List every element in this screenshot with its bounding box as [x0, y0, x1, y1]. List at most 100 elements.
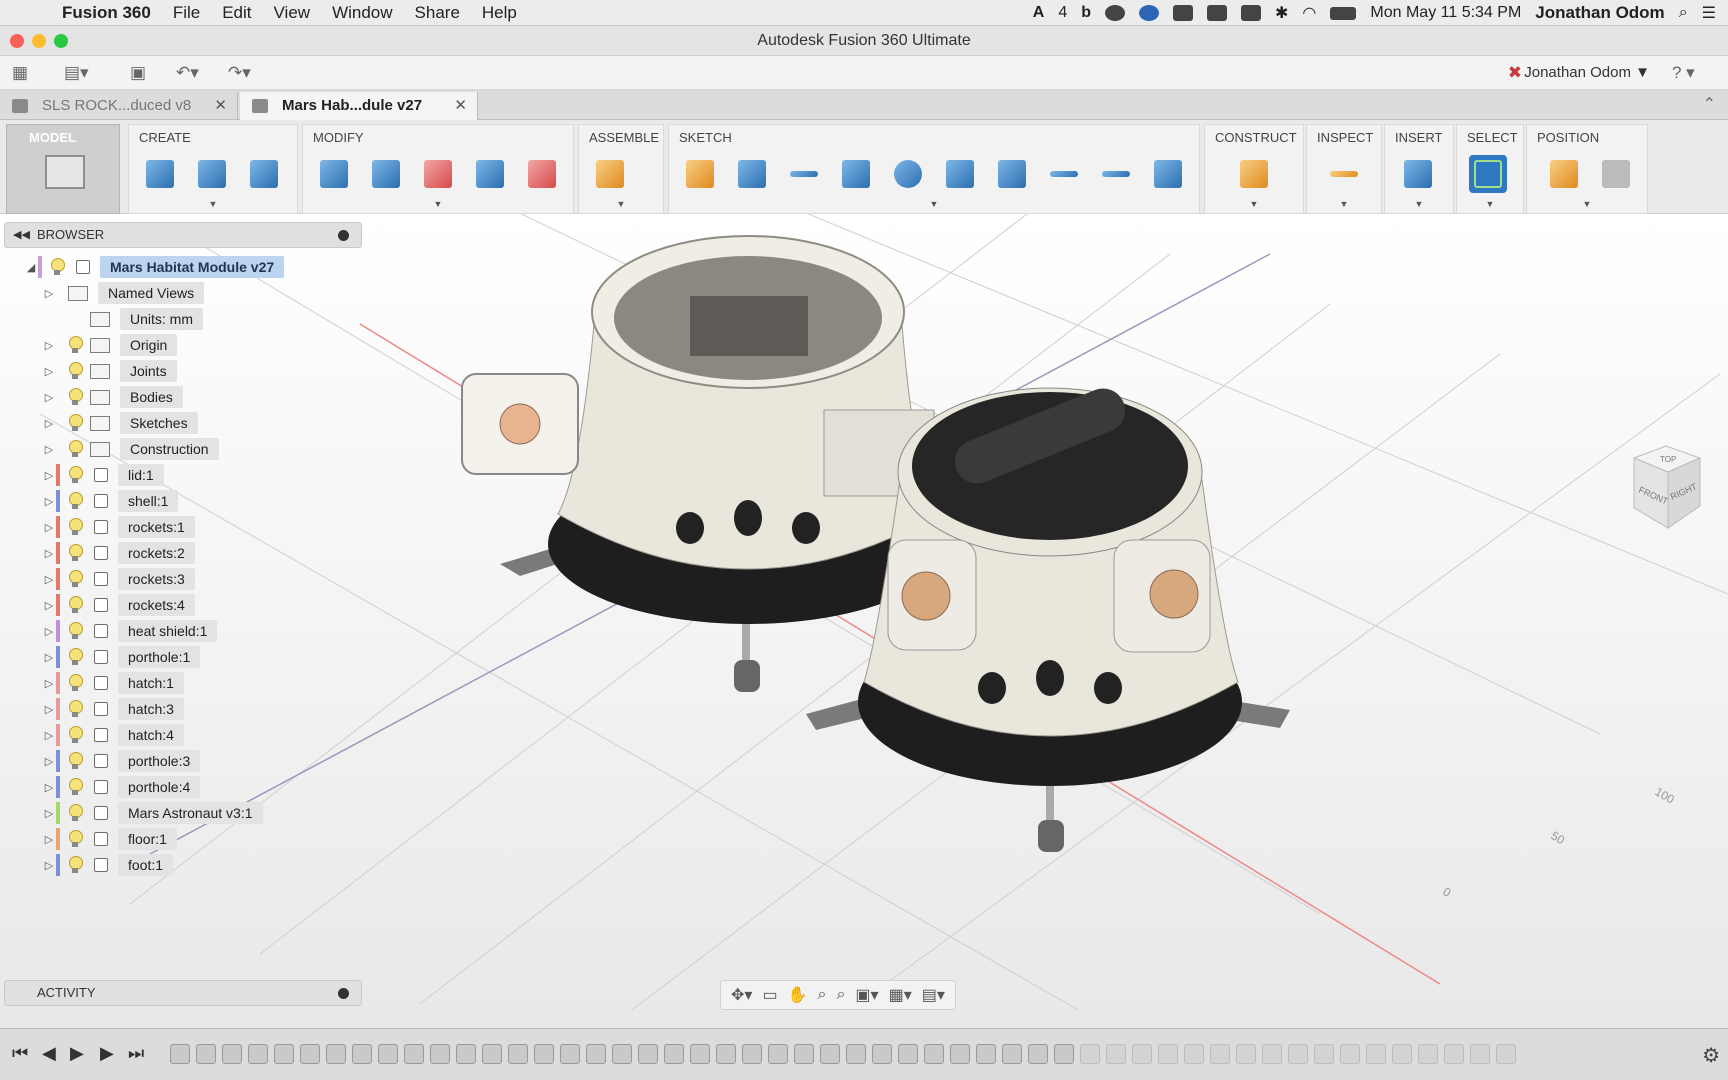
visibility-bulb-icon[interactable] — [68, 622, 83, 640]
expand-arrow-icon[interactable]: ▷ — [42, 287, 56, 300]
orbit-icon[interactable]: ✥▾ — [731, 985, 752, 1005]
timeline-feature-icon[interactable] — [1470, 1044, 1490, 1064]
tree-item[interactable]: ▷ Named Views — [4, 280, 362, 306]
tree-item[interactable]: ▷ Origin — [4, 332, 362, 358]
creative-cloud-icon[interactable] — [1105, 5, 1126, 21]
collapse-browser-icon[interactable]: ◀◀ — [13, 223, 30, 247]
expand-arrow-icon[interactable]: ▷ — [42, 521, 56, 534]
tree-item[interactable]: ▷ Sketches — [4, 410, 362, 436]
visibility-bulb-icon[interactable] — [68, 544, 83, 562]
expand-arrow-icon[interactable]: ▷ — [42, 859, 56, 872]
tree-item[interactable]: ▷ porthole:3 — [4, 748, 362, 774]
assemble-group-label[interactable]: ASSEMBLE — [589, 130, 659, 145]
menu-share[interactable]: Share — [415, 3, 460, 23]
tab-sls-rocket[interactable]: SLS ROCK...duced v8 ✕ — [0, 92, 238, 120]
select-dropdown-icon[interactable]: ▼ — [1486, 199, 1495, 209]
sketch-group-label[interactable]: SKETCH — [679, 130, 732, 145]
close-tab-icon[interactable]: ✕ — [214, 92, 227, 120]
timeline-feature-icon[interactable] — [768, 1044, 788, 1064]
extrude-button[interactable] — [193, 155, 231, 193]
visibility-bulb-icon[interactable] — [68, 570, 83, 588]
tree-item[interactable]: ▷ rockets:1 — [4, 514, 362, 540]
timeline-feature-icon[interactable] — [690, 1044, 710, 1064]
expand-arrow-icon[interactable]: ▷ — [42, 443, 56, 456]
timeline-feature-icon[interactable] — [482, 1044, 502, 1064]
close-window-button[interactable] — [10, 34, 24, 48]
timeline-feature-icon[interactable] — [1210, 1044, 1230, 1064]
file-menu-icon[interactable]: ▤▾ — [64, 61, 89, 85]
timeline-feature-icon[interactable] — [742, 1044, 762, 1064]
expand-arrow-icon[interactable]: ▷ — [42, 391, 56, 404]
timeline-feature-icon[interactable] — [586, 1044, 606, 1064]
grid-settings-icon[interactable]: ▦▾ — [889, 985, 912, 1005]
visibility-bulb-icon[interactable] — [50, 258, 65, 276]
tree-item[interactable]: ▷ hatch:1 — [4, 670, 362, 696]
timeline-settings-icon[interactable]: ⚙ — [1702, 1043, 1720, 1068]
tree-item[interactable]: ▷ porthole:4 — [4, 774, 362, 800]
sketch-dropdown-icon[interactable]: ▼ — [930, 199, 939, 209]
visibility-bulb-icon[interactable] — [68, 778, 83, 796]
timeline-feature-icon[interactable] — [1106, 1044, 1126, 1064]
menu-edit[interactable]: Edit — [222, 3, 251, 23]
dropbox-icon[interactable] — [1173, 5, 1194, 21]
timeline-feature-icon[interactable] — [1080, 1044, 1100, 1064]
tree-item[interactable]: ▷ shell:1 — [4, 488, 362, 514]
wifi-icon[interactable]: ◠ — [1302, 3, 1316, 23]
visibility-bulb-icon[interactable] — [68, 830, 83, 848]
shield-icon[interactable] — [1241, 5, 1262, 21]
expand-arrow-icon[interactable]: ▷ — [42, 651, 56, 664]
visibility-bulb-icon[interactable] — [68, 674, 83, 692]
timeline-feature-icon[interactable] — [794, 1044, 814, 1064]
browser-minimize-icon[interactable] — [338, 230, 349, 241]
timeline-feature-icon[interactable] — [404, 1044, 424, 1064]
menubar-user[interactable]: Jonathan Odom — [1535, 3, 1664, 23]
visibility-bulb-icon[interactable] — [68, 336, 83, 354]
tree-item[interactable]: ▷ heat shield:1 — [4, 618, 362, 644]
timeline-feature-icon[interactable] — [638, 1044, 658, 1064]
tree-item[interactable]: ▷ lid:1 — [4, 462, 362, 488]
tree-item[interactable]: ▷ Construction — [4, 436, 362, 462]
browser-header[interactable]: ◀◀ BROWSER — [4, 222, 362, 248]
timeline-feature-icon[interactable] — [1314, 1044, 1334, 1064]
timeline-feature-icon[interactable] — [846, 1044, 866, 1064]
stop-sketch-button[interactable] — [733, 155, 771, 193]
inspect-dropdown-icon[interactable]: ▼ — [1340, 199, 1349, 209]
redo-icon[interactable]: ↷▾ — [228, 61, 251, 85]
battery-icon[interactable] — [1330, 6, 1357, 20]
timeline-feature-icon[interactable] — [430, 1044, 450, 1064]
timeline-feature-icon[interactable] — [924, 1044, 944, 1064]
timeline-feature-icon[interactable] — [1392, 1044, 1412, 1064]
press-pull-button[interactable] — [315, 155, 353, 193]
expand-arrow-icon[interactable]: ▷ — [42, 807, 56, 820]
tree-item[interactable]: ▷ floor:1 — [4, 826, 362, 852]
workspace-switcher[interactable]: MODEL — [6, 124, 120, 214]
timeline-prev-icon[interactable]: ◀ — [42, 1043, 56, 1064]
align-button[interactable] — [523, 155, 561, 193]
timeline-feature-icon[interactable] — [1132, 1044, 1152, 1064]
timeline-start-icon[interactable]: ⏮ — [12, 1043, 28, 1064]
timeline-feature-icon[interactable] — [1236, 1044, 1256, 1064]
offset-plane-button[interactable] — [1235, 155, 1273, 193]
assemble-dropdown-icon[interactable]: ▼ — [617, 199, 626, 209]
expand-arrow-icon[interactable]: ▷ — [42, 547, 56, 560]
tree-item[interactable]: ▷ hatch:4 — [4, 722, 362, 748]
notification-muted-icon[interactable]: ✖ — [1508, 61, 1522, 85]
create-group-label[interactable]: CREATE — [139, 130, 191, 145]
status-icon-b[interactable]: b — [1081, 4, 1091, 22]
inspect-group-label[interactable]: INSPECT — [1317, 130, 1373, 145]
visibility-bulb-icon[interactable] — [68, 752, 83, 770]
timeline-feature-icon[interactable] — [1444, 1044, 1464, 1064]
timeline-feature-icon[interactable] — [248, 1044, 268, 1064]
insert-dropdown-icon[interactable]: ▼ — [1415, 199, 1424, 209]
expand-arrow-icon[interactable]: ▷ — [42, 599, 56, 612]
expand-arrow-icon[interactable]: ▷ — [42, 703, 56, 716]
timeline-track[interactable] — [170, 1039, 1660, 1069]
revolve-button[interactable] — [245, 155, 283, 193]
construct-group-label[interactable]: CONSTRUCT — [1215, 130, 1297, 145]
help-menu[interactable]: ? ▾ — [1672, 61, 1712, 85]
timeline-feature-icon[interactable] — [1366, 1044, 1386, 1064]
expand-arrow-icon[interactable]: ▷ — [42, 417, 56, 430]
fillet-sketch-button[interactable] — [941, 155, 979, 193]
tree-item[interactable]: ▷ porthole:1 — [4, 644, 362, 670]
close-tab-icon[interactable]: ✕ — [454, 92, 467, 120]
